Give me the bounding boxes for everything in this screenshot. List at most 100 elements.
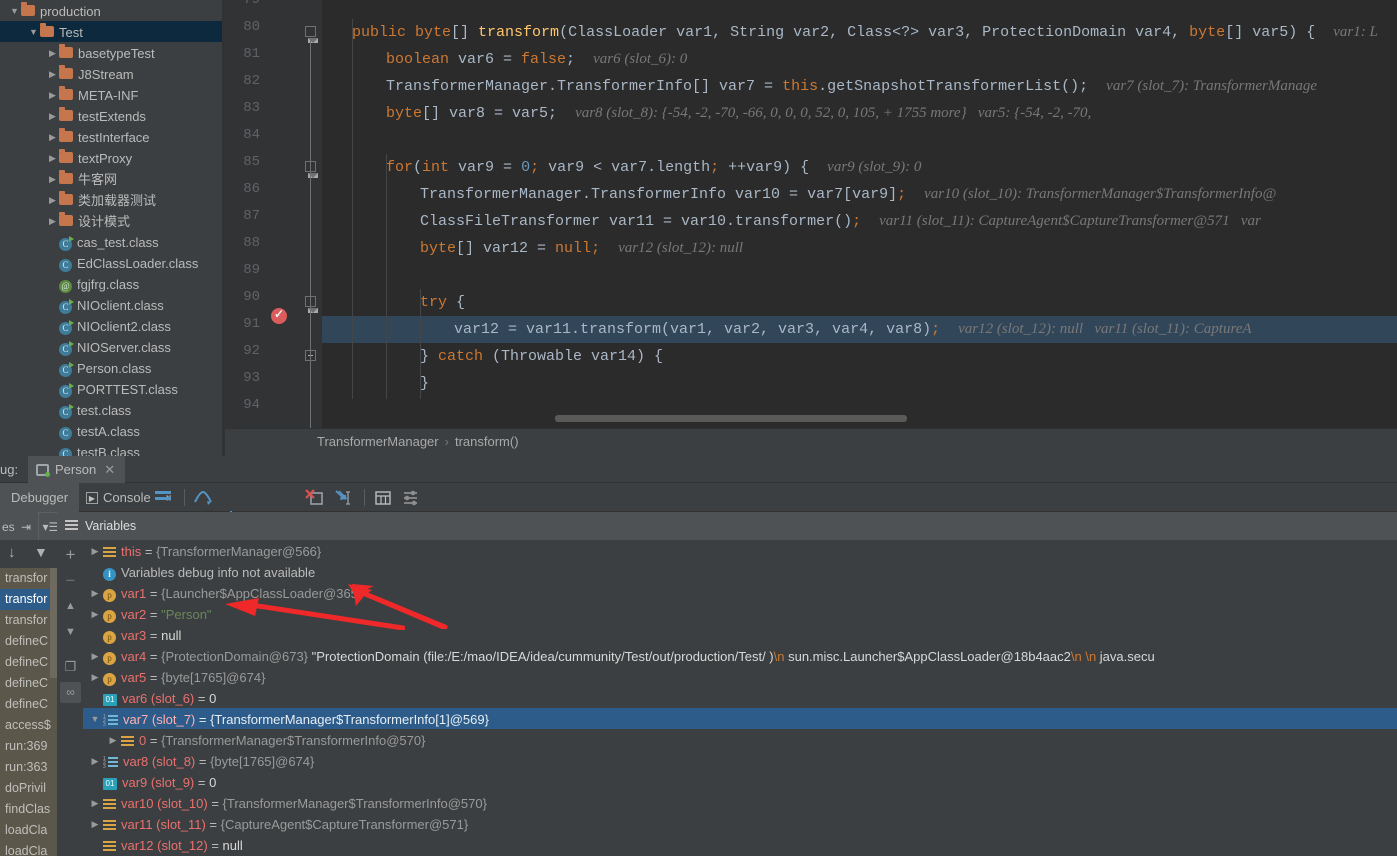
- tree-item-test.class[interactable]: Ctest.class: [0, 399, 222, 420]
- frames-scrollbar[interactable]: [50, 568, 57, 678]
- settings-icon[interactable]: [400, 487, 422, 508]
- tree-item-testA.class[interactable]: CtestA.class: [0, 420, 222, 441]
- chevron-right-icon[interactable]: ▶: [46, 85, 59, 106]
- frame-row[interactable]: defineC: [0, 631, 57, 652]
- code-text-area[interactable]: public byte[] transform(ClassLoader var1…: [322, 0, 1397, 428]
- fold-toggle-92[interactable]: [305, 350, 317, 362]
- frame-row[interactable]: transfor: [0, 610, 57, 631]
- copy-value-icon[interactable]: ❐: [60, 656, 81, 677]
- close-icon[interactable]: ✕: [104, 462, 115, 477]
- debug-session-tab-person[interactable]: Person ✕: [28, 456, 126, 483]
- editor-gutter[interactable]: 79 80 81 82 83 84 85 86 87 88 89 90 91 92 93 94: [225, 0, 322, 428]
- tree-item-NIOclient.class[interactable]: C NIOclient.class: [0, 294, 222, 315]
- variable-row-var4[interactable]: ▶ p var4 = {ProtectionDomain@673} "Protect…: [83, 645, 1397, 666]
- frame-row[interactable]: run:363: [0, 757, 57, 778]
- chevron-right-icon[interactable]: ▶: [87, 583, 103, 604]
- frame-row[interactable]: defineC: [0, 694, 57, 715]
- tree-item-牛客网[interactable]: ▶ 牛客网: [0, 168, 222, 189]
- filter-icon[interactable]: ▼: [34, 544, 48, 560]
- chevron-down-icon[interactable]: ▼: [8, 1, 21, 22]
- variable-row-var7[interactable]: ▼ 1 2 3 var7 (slot_7) = {TransformerManager$…: [83, 708, 1397, 729]
- variable-row-var3[interactable]: p var3 = null: [83, 624, 1397, 645]
- add-watch-icon[interactable]: +: [60, 544, 81, 565]
- frame-row[interactable]: loadCla: [0, 820, 57, 841]
- fold-toggle-80[interactable]: [305, 26, 318, 43]
- variable-row-var10[interactable]: ▶ var10 (slot_10) = {TransformerManager$T…: [83, 792, 1397, 813]
- project-tree-panel[interactable]: ▼ production ▼ Test ▶ basetypeTest ▶ J8Stream ▶ M…: [0, 0, 222, 456]
- chevron-right-icon[interactable]: ▶: [87, 541, 103, 562]
- frames-count-badge[interactable]: ▾☰2: [38, 512, 57, 542]
- variable-row-info[interactable]: i Variables debug info not available: [83, 561, 1397, 582]
- variable-row-var2[interactable]: ▶ p var2 = "Person": [83, 603, 1397, 624]
- tree-item-testInterface[interactable]: ▶ testInterface: [0, 126, 222, 147]
- move-down-icon[interactable]: ▼: [60, 622, 81, 643]
- tree-item-EdClassLoader.class[interactable]: C EdClassLoader.class: [0, 252, 222, 273]
- tree-item-cas_test.class[interactable]: Ccas_test.class: [0, 231, 222, 252]
- variable-row-var11[interactable]: ▶ var11 (slot_11) = {CaptureAgent$Capture…: [83, 813, 1397, 834]
- frame-row[interactable]: defineC: [0, 673, 57, 694]
- chevron-right-icon[interactable]: ▶: [46, 211, 59, 232]
- frame-row[interactable]: transfor: [0, 568, 57, 589]
- variable-row-0[interactable]: ▶ 0 = {TransformerManager$TransformerInfo…: [83, 729, 1397, 750]
- chevron-right-icon[interactable]: ▶: [46, 148, 59, 169]
- tree-item-basetypeTest[interactable]: ▶ basetypeTest: [0, 42, 222, 63]
- variable-row-var1[interactable]: ▶ p var1 = {Launcher$AppClassLoader@365}: [83, 582, 1397, 603]
- frames-panel[interactable]: es ⇥ ▾☰2 ↓ ▼ transfortransfortransfordef…: [0, 512, 57, 856]
- tree-item-Person.class[interactable]: C Person.class: [0, 357, 222, 378]
- code-editor[interactable]: 79 80 81 82 83 84 85 86 87 88 89 90 91 92 93 94 ✓ publi…: [225, 0, 1397, 428]
- tree-item-J8Stream[interactable]: ▶ J8Stream: [0, 63, 222, 84]
- frame-row[interactable]: findClas: [0, 799, 57, 820]
- tree-item-testExtends[interactable]: ▶ testExtends: [0, 105, 222, 126]
- fold-toggle-85[interactable]: [305, 161, 318, 178]
- tree-item-Test[interactable]: ▼ Test: [0, 21, 222, 42]
- tree-item-META-INF[interactable]: ▶ META-INF: [0, 84, 222, 105]
- chevron-right-icon[interactable]: ▶: [46, 127, 59, 148]
- chevron-right-icon[interactable]: ▶: [46, 106, 59, 127]
- tree-item-production[interactable]: ▼ production: [0, 0, 222, 21]
- chevron-right-icon[interactable]: ▶: [46, 190, 59, 211]
- frame-row[interactable]: defineC: [0, 652, 57, 673]
- pin-frames-icon[interactable]: ⇥: [21, 520, 31, 534]
- chevron-right-icon[interactable]: ▶: [87, 604, 103, 625]
- frames-list[interactable]: transfor transfor transfor defineC defineC de…: [0, 568, 57, 856]
- editor-horizontal-scrollbar[interactable]: [555, 415, 907, 422]
- chevron-right-icon[interactable]: ▶: [46, 169, 59, 190]
- breakpoint-verified-icon[interactable]: ✓: [271, 308, 287, 324]
- drop-frame-icon[interactable]: [304, 487, 326, 508]
- frame-row[interactable]: access$: [0, 715, 57, 736]
- frame-row[interactable]: run:369: [0, 736, 57, 757]
- run-to-cursor-icon[interactable]: [332, 487, 354, 508]
- layout-settings-icon[interactable]: [152, 487, 174, 508]
- breadcrumb-class[interactable]: TransformerManager: [317, 434, 439, 449]
- chevron-down-icon[interactable]: ▼: [27, 22, 40, 43]
- inspect-watches-icon[interactable]: ∞: [60, 682, 81, 703]
- chevron-right-icon[interactable]: ▶: [46, 43, 59, 64]
- chevron-right-icon[interactable]: ▶: [46, 64, 59, 85]
- tree-item-设计模式[interactable]: ▶ 设计模式: [0, 210, 222, 231]
- variable-row-var12[interactable]: var12 (slot_12) = null: [83, 834, 1397, 855]
- tree-item-类加载器测试[interactable]: ▶ 类加载器测试: [0, 189, 222, 210]
- variable-row-var9[interactable]: 01 var9 (slot_9) = 0: [83, 771, 1397, 792]
- variable-row-var8[interactable]: ▶ 1 2 3 var8 (slot_8) = {byte[1765]@674}: [83, 750, 1397, 771]
- variable-row-var6[interactable]: 01 var6 (slot_6) = 0: [83, 687, 1397, 708]
- chevron-right-icon[interactable]: ▶: [87, 793, 103, 814]
- tree-item-NIOServer.class[interactable]: C NIOServer.class: [0, 336, 222, 357]
- variables-list[interactable]: ▶ this = {TransformerManager@566} i Variabl…: [83, 540, 1397, 856]
- chevron-right-icon[interactable]: ▶: [87, 667, 103, 688]
- tree-item-NIOclient2.class[interactable]: C NIOclient2.class: [0, 315, 222, 336]
- chevron-right-icon[interactable]: ▶: [87, 751, 103, 772]
- tree-item-testB.class[interactable]: CtestB.class: [0, 441, 222, 456]
- chevron-right-icon[interactable]: ▶: [105, 730, 121, 751]
- frame-row[interactable]: doPrivil: [0, 778, 57, 799]
- tree-item-fgjfrg.class[interactable]: @ fgjfrg.class: [0, 273, 222, 294]
- breadcrumb-method[interactable]: transform(): [455, 434, 519, 449]
- tree-item-textProxy[interactable]: ▶ textProxy: [0, 147, 222, 168]
- step-over-icon[interactable]: [192, 487, 214, 508]
- tree-item-PORTTEST.class[interactable]: C PORTTEST.class: [0, 378, 222, 399]
- fold-toggle-90[interactable]: [305, 296, 318, 313]
- export-threads-icon[interactable]: ↓: [8, 544, 16, 561]
- chevron-right-icon[interactable]: ▶: [87, 646, 103, 667]
- frame-row[interactable]: transfor: [0, 589, 57, 610]
- variable-row-this[interactable]: ▶ this = {TransformerManager@566}: [83, 540, 1397, 561]
- frame-row[interactable]: loadCla: [0, 841, 57, 856]
